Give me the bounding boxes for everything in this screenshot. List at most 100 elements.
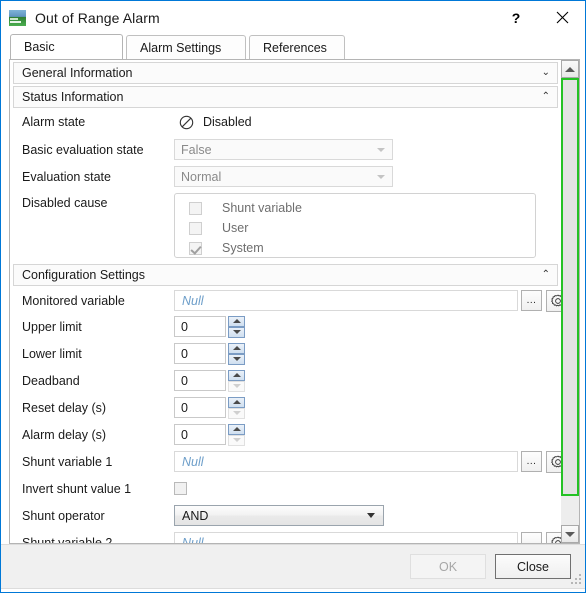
label-shunt-variable: Shunt variable xyxy=(222,201,302,215)
monitored-variable-browse-button[interactable]: ... xyxy=(521,290,542,311)
expander-status-information[interactable]: Status Information ⌃ xyxy=(13,86,558,108)
shunt-variable-2-input[interactable]: Null xyxy=(174,532,518,543)
checkbox-user[interactable] xyxy=(189,221,202,235)
upper-limit-stepper[interactable] xyxy=(228,315,245,338)
stepper-down-icon[interactable] xyxy=(228,326,245,338)
label-alarm-delay: Alarm delay (s) xyxy=(22,427,107,442)
app-icon xyxy=(9,9,26,26)
dialog-window: Out of Range Alarm ? Basic Alarm Setting… xyxy=(0,0,586,593)
deadband-value: 0 xyxy=(181,373,188,388)
label-lower-limit: Lower limit xyxy=(22,346,82,361)
window-title: Out of Range Alarm xyxy=(35,9,160,26)
basic-evaluation-state-value: False xyxy=(181,142,212,157)
close-button[interactable]: Close xyxy=(495,554,571,579)
stepper-down-icon[interactable] xyxy=(228,353,245,365)
stepper-up-icon[interactable] xyxy=(228,315,245,327)
shunt-variable-1-input[interactable]: Null xyxy=(174,451,518,472)
gear-icon xyxy=(550,455,561,467)
lower-limit-value: 0 xyxy=(181,346,188,361)
disabled-cause-option-system[interactable]: System xyxy=(189,239,535,257)
shunt-variable-2-value: Null xyxy=(182,535,204,544)
label-disabled-cause: Disabled cause xyxy=(22,196,108,210)
tab-alarm-settings[interactable]: Alarm Settings xyxy=(126,35,246,59)
deadband-stepper[interactable] xyxy=(228,369,245,392)
alarm-delay-value: 0 xyxy=(181,427,188,442)
monitored-variable-settings-button[interactable] xyxy=(546,289,561,312)
stepper-up-icon[interactable] xyxy=(228,342,245,354)
tab-references-label: References xyxy=(263,40,327,55)
chevron-up-icon: ⌃ xyxy=(541,269,550,280)
row-deadband: Deadband 0 xyxy=(10,367,561,394)
basic-evaluation-state-dropdown[interactable]: False xyxy=(174,139,393,160)
alarm-delay-input[interactable]: 0 xyxy=(174,424,226,445)
chevron-down-icon xyxy=(367,513,375,518)
stepper-up-icon[interactable] xyxy=(228,369,245,381)
disabled-cause-list: Shunt variable User System xyxy=(174,193,536,258)
alarm-state-value: Disabled xyxy=(174,115,252,130)
expander-configuration-settings[interactable]: Configuration Settings ⌃ xyxy=(13,264,558,286)
title-bar-buttons: ? xyxy=(493,1,585,34)
row-disabled-cause: Disabled cause Shunt variable User Syste… xyxy=(10,190,561,262)
label-deadband: Deadband xyxy=(22,373,80,388)
checkbox-invert-shunt-value-1[interactable] xyxy=(174,482,187,495)
lower-limit-input[interactable]: 0 xyxy=(174,343,226,364)
resize-grip[interactable] xyxy=(571,574,582,585)
shunt-variable-1-settings-button[interactable] xyxy=(546,450,561,473)
label-system: System xyxy=(222,241,264,255)
row-lower-limit: Lower limit 0 xyxy=(10,340,561,367)
tab-basic-label: Basic xyxy=(24,40,55,54)
label-invert-shunt-value-1: Invert shunt value 1 xyxy=(22,481,132,496)
help-button[interactable]: ? xyxy=(493,1,539,34)
vertical-scrollbar[interactable] xyxy=(561,60,579,543)
row-shunt-variable-2: Shunt variable 2 Null ... xyxy=(10,529,561,543)
disabled-cause-option-shunt-variable[interactable]: Shunt variable xyxy=(189,199,535,217)
chevron-down-icon: ⌄ xyxy=(541,67,550,78)
reset-delay-value: 0 xyxy=(181,400,188,415)
tab-content-panel: General Information ⌄ Status Information… xyxy=(9,59,580,544)
row-shunt-operator: Shunt operator AND xyxy=(10,502,561,529)
checkbox-shunt-variable[interactable] xyxy=(189,201,202,215)
monitored-variable-value: Null xyxy=(182,293,204,308)
shunt-operator-dropdown[interactable]: AND xyxy=(174,505,384,526)
row-upper-limit: Upper limit 0 xyxy=(10,313,561,340)
tab-basic[interactable]: Basic xyxy=(10,34,123,59)
dialog-footer: OK Close xyxy=(1,544,585,588)
tab-alarm-settings-label: Alarm Settings xyxy=(140,40,222,55)
label-shunt-variable-2: Shunt variable 2 xyxy=(22,535,113,544)
scroll-up-button[interactable] xyxy=(561,60,579,78)
tab-references[interactable]: References xyxy=(249,35,345,59)
shunt-variable-1-browse-button[interactable]: ... xyxy=(521,451,542,472)
disabled-cause-option-user[interactable]: User xyxy=(189,219,535,237)
upper-limit-input[interactable]: 0 xyxy=(174,316,226,337)
deadband-input[interactable]: 0 xyxy=(174,370,226,391)
chevron-up-icon: ⌃ xyxy=(541,91,550,102)
alarm-state-text: Disabled xyxy=(203,115,252,129)
shunt-variable-1-value: Null xyxy=(182,454,204,469)
scroll-region: General Information ⌄ Status Information… xyxy=(10,60,561,543)
expander-general-information[interactable]: General Information ⌄ xyxy=(13,62,558,84)
scroll-down-button[interactable] xyxy=(561,525,579,543)
reset-delay-stepper[interactable] xyxy=(228,396,245,419)
ok-button[interactable]: OK xyxy=(410,554,486,579)
checkbox-system[interactable] xyxy=(189,241,202,255)
alarm-delay-stepper[interactable] xyxy=(228,423,245,446)
shunt-variable-2-settings-button[interactable] xyxy=(546,531,561,543)
label-user: User xyxy=(222,221,249,235)
row-shunt-variable-1: Shunt variable 1 Null ... xyxy=(10,448,561,475)
row-alarm-delay: Alarm delay (s) 0 xyxy=(10,421,561,448)
evaluation-state-dropdown[interactable]: Normal xyxy=(174,166,393,187)
shunt-operator-value: AND xyxy=(182,508,209,523)
row-invert-shunt-value-1: Invert shunt value 1 xyxy=(10,475,561,502)
reset-delay-input[interactable]: 0 xyxy=(174,397,226,418)
scrollbar-track-lower[interactable] xyxy=(561,496,579,525)
stepper-up-icon[interactable] xyxy=(228,423,245,435)
scrollbar-track[interactable] xyxy=(561,78,579,525)
scrollbar-thumb[interactable] xyxy=(561,78,579,496)
monitored-variable-input[interactable]: Null xyxy=(174,290,518,311)
no-entry-icon xyxy=(179,115,194,129)
row-evaluation-state: Evaluation state Normal xyxy=(10,163,561,190)
close-icon[interactable] xyxy=(539,1,585,34)
stepper-up-icon[interactable] xyxy=(228,396,245,408)
lower-limit-stepper[interactable] xyxy=(228,342,245,365)
shunt-variable-2-browse-button[interactable]: ... xyxy=(521,532,542,543)
